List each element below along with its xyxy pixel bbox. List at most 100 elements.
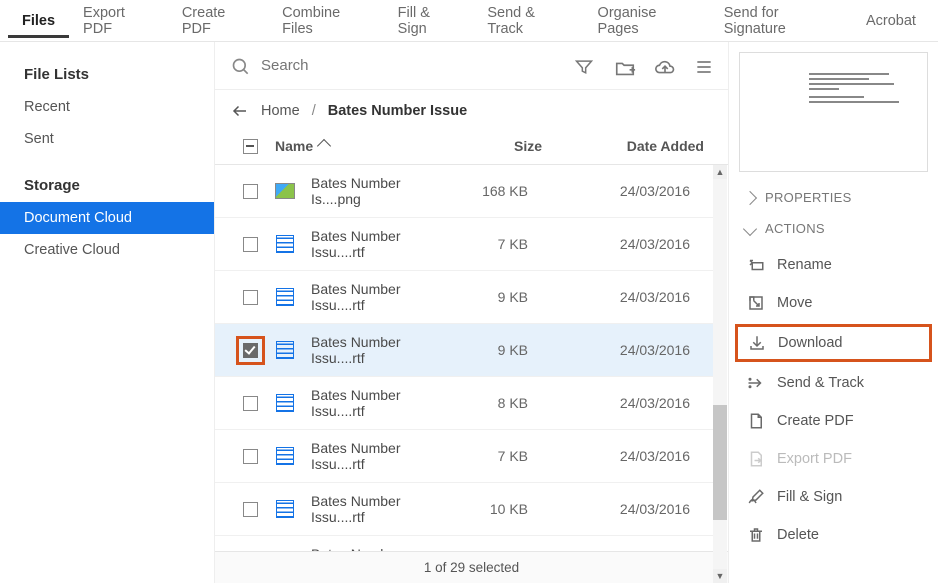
rtf-file-icon [275, 499, 295, 519]
new-folder-icon[interactable] [614, 57, 632, 75]
file-name: Bates Number Issu....rtf [311, 387, 448, 419]
tab-send-for-signature[interactable]: Send for Signature [710, 0, 852, 46]
menu-icon[interactable] [694, 57, 712, 75]
breadcrumb: Home / Bates Number Issue [215, 90, 728, 128]
file-name: Bates Number Issu....rtf [311, 228, 448, 260]
action-rename[interactable]: Rename [729, 246, 938, 284]
action-delete[interactable]: Delete [729, 516, 938, 554]
file-date: 24/03/2016 [548, 183, 698, 199]
properties-section[interactable]: PROPERTIES [729, 182, 938, 213]
sort-asc-icon [319, 138, 329, 154]
create-pdf-icon [747, 412, 765, 430]
file-size: 9 KB [448, 342, 548, 358]
file-size: 8 KB [448, 395, 548, 411]
chevron-right-icon [743, 190, 757, 204]
file-size: 9 KB [448, 289, 548, 305]
action-fill-sign[interactable]: Fill & Sign [729, 478, 938, 516]
file-date: 24/03/2016 [548, 395, 698, 411]
sidebar-item-document-cloud[interactable]: Document Cloud [0, 202, 214, 234]
file-size: 7 KB [448, 448, 548, 464]
left-sidebar: File Lists RecentSent Storage Document C… [0, 42, 215, 583]
tab-organise-pages[interactable]: Organise Pages [584, 0, 710, 46]
tab-send-track[interactable]: Send & Track [473, 0, 583, 46]
back-icon[interactable] [231, 102, 249, 120]
file-date: 24/03/2016 [548, 236, 698, 252]
file-name: Bates Number Is....png [311, 175, 448, 207]
scroll-thumb[interactable] [713, 405, 727, 520]
file-size: 168 KB [448, 183, 548, 199]
column-name[interactable]: Name [269, 138, 462, 154]
table-row[interactable]: Bates Number Issu....rtf9 KB24/03/2016 [215, 271, 714, 324]
table-row[interactable]: Bates Number Issu....rtf9 KB24/03/2016 [215, 324, 714, 377]
file-name: Bates Number Issu....rtf [311, 546, 448, 551]
row-checkbox[interactable] [243, 343, 258, 358]
breadcrumb-current: Bates Number Issue [328, 103, 467, 119]
row-checkbox[interactable] [243, 396, 258, 411]
table-row[interactable]: Bates Number Issu....rtf10 KB24/03/2016 [215, 483, 714, 536]
action-download[interactable]: Download [735, 324, 932, 362]
tab-combine-files[interactable]: Combine Files [268, 0, 384, 46]
file-date: 24/03/2016 [548, 448, 698, 464]
table-row[interactable]: Bates Number Is....png168 KB24/03/2016 [215, 165, 714, 218]
rtf-file-icon [275, 446, 295, 466]
tab-create-pdf[interactable]: Create PDF [168, 0, 268, 46]
row-checkbox[interactable] [243, 502, 258, 517]
sidebar-item-recent[interactable]: Recent [0, 91, 214, 123]
sidebar-heading-filelists: File Lists [0, 58, 214, 91]
rtf-file-icon [275, 234, 295, 254]
table-row[interactable]: Bates Number Issu....rtf7 KB24/03/2016 [215, 218, 714, 271]
row-checkbox[interactable] [243, 184, 258, 199]
export-pdf-icon [747, 450, 765, 468]
table-row[interactable]: Bates Number Issu....rtf7 KB24/03/2016 [215, 430, 714, 483]
sidebar-item-sent[interactable]: Sent [0, 123, 214, 155]
file-list: Bates Number Is....png168 KB24/03/2016Ba… [215, 165, 728, 551]
action-move[interactable]: Move [729, 284, 938, 322]
rtf-file-icon [275, 340, 295, 360]
action-export-pdf: Export PDF [729, 440, 938, 478]
action-send-track[interactable]: Send & Track [729, 364, 938, 402]
preview-thumbnail[interactable] [739, 52, 928, 172]
file-date: 24/03/2016 [548, 342, 698, 358]
row-checkbox[interactable] [243, 290, 258, 305]
action-create-pdf[interactable]: Create PDF [729, 402, 938, 440]
breadcrumb-home[interactable]: Home [261, 103, 300, 119]
file-name: Bates Number Issu....rtf [311, 440, 448, 472]
cloud-upload-icon[interactable] [654, 57, 672, 75]
actions-section[interactable]: ACTIONS [729, 213, 938, 244]
tab-export-pdf[interactable]: Export PDF [69, 0, 168, 46]
tab-acrobat[interactable]: Acrobat [852, 3, 930, 38]
filter-icon[interactable] [574, 57, 592, 75]
file-name: Bates Number Issu....rtf [311, 334, 448, 366]
sidebar-heading-storage: Storage [0, 169, 214, 202]
table-row[interactable]: Bates Number Issu....rtf9 KB24/03/2016 [215, 536, 714, 551]
scroll-down-icon[interactable]: ▼ [713, 569, 727, 583]
scroll-up-icon[interactable]: ▲ [713, 165, 727, 179]
file-size: 10 KB [448, 501, 548, 517]
delete-icon [747, 526, 765, 544]
row-checkbox[interactable] [243, 237, 258, 252]
sidebar-item-creative-cloud[interactable]: Creative Cloud [0, 234, 214, 266]
image-file-icon [275, 181, 295, 201]
fill-sign-icon [747, 488, 765, 506]
search-icon [231, 57, 249, 75]
file-size: 7 KB [448, 236, 548, 252]
column-date[interactable]: Date Added [562, 138, 712, 154]
top-tabs: FilesExport PDFCreate PDFCombine FilesFi… [0, 0, 938, 42]
rtf-file-icon [275, 287, 295, 307]
move-icon [747, 294, 765, 312]
table-row[interactable]: Bates Number Issu....rtf8 KB24/03/2016 [215, 377, 714, 430]
table-header: Name Size Date Added [215, 128, 728, 165]
scrollbar[interactable]: ▲ ▼ [713, 165, 727, 583]
search-input[interactable] [259, 56, 566, 75]
tab-files[interactable]: Files [8, 3, 69, 38]
chevron-down-icon [743, 221, 757, 235]
right-panel: PROPERTIES ACTIONS Rename Move Download … [728, 42, 938, 583]
row-checkbox[interactable] [243, 449, 258, 464]
tab-fill-sign[interactable]: Fill & Sign [384, 0, 474, 46]
select-all-checkbox[interactable] [243, 139, 258, 154]
file-date: 24/03/2016 [548, 501, 698, 517]
download-icon [748, 334, 766, 352]
content-area: Home / Bates Number Issue Name Size Date… [215, 42, 728, 583]
column-size[interactable]: Size [462, 138, 562, 154]
send-track-icon [747, 374, 765, 392]
